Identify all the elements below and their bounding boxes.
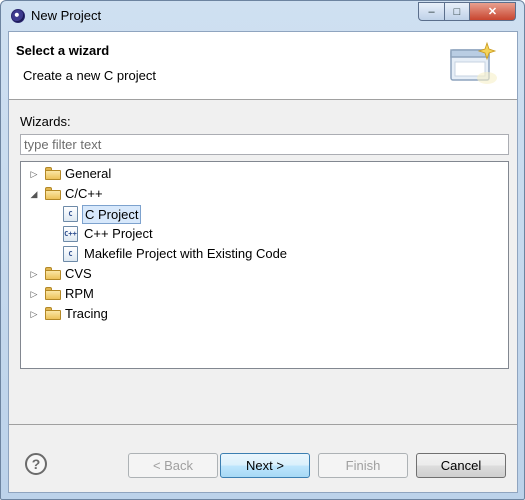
wizard-tree[interactable]: ▷ General ◢ C/C++ C C Project C++ C++ Pr… xyxy=(20,161,509,369)
tree-item-c-project[interactable]: C C Project xyxy=(63,204,263,224)
expand-arrow-icon[interactable]: ▷ xyxy=(29,269,39,279)
next-button[interactable]: Next > xyxy=(220,453,310,478)
tree-item-tracing[interactable]: ▷ Tracing xyxy=(29,304,229,324)
dialog-body: Select a wizard Create a new C project W… xyxy=(8,31,518,493)
header-description: Create a new C project xyxy=(23,68,156,83)
folder-open-icon xyxy=(45,187,61,200)
tree-item-cpp-project[interactable]: C++ C++ Project xyxy=(63,224,263,244)
tree-item-cvs[interactable]: ▷ CVS xyxy=(29,264,229,284)
close-icon: ✕ xyxy=(487,6,498,18)
tree-item-label: CVS xyxy=(65,266,92,281)
folder-icon xyxy=(45,267,61,280)
tree-item-label: RPM xyxy=(65,286,94,301)
title-bar[interactable]: New Project ‒ □ ✕ xyxy=(1,1,524,31)
folder-icon xyxy=(45,307,61,320)
collapse-arrow-icon[interactable]: ◢ xyxy=(29,189,39,199)
tree-item-rpm[interactable]: ▷ RPM xyxy=(29,284,229,304)
tree-item-label: C++ Project xyxy=(84,226,153,241)
expand-arrow-icon[interactable]: ▷ xyxy=(29,169,39,179)
finish-button[interactable]: Finish xyxy=(318,453,408,478)
c-project-icon: C xyxy=(63,206,78,222)
minimize-icon: ‒ xyxy=(428,5,435,18)
wizard-banner-icon xyxy=(450,41,497,84)
tree-item-general[interactable]: ▷ General xyxy=(29,164,229,184)
close-button[interactable]: ✕ xyxy=(469,2,516,21)
window-title: New Project xyxy=(31,8,102,23)
tree-item-c-cpp[interactable]: ◢ C/C++ xyxy=(29,184,229,204)
folder-icon xyxy=(45,167,61,180)
filter-input[interactable] xyxy=(20,134,509,155)
tree-item-label: C Project xyxy=(82,205,142,224)
footer-separator xyxy=(9,424,517,425)
wizards-label: Wizards: xyxy=(20,114,71,129)
expand-arrow-icon[interactable]: ▷ xyxy=(29,309,39,319)
tree-item-label: Makefile Project with Existing Code xyxy=(84,246,288,261)
header-title: Select a wizard xyxy=(16,43,110,58)
tree-item-makefile-project[interactable]: C Makefile Project with Existing Code xyxy=(63,244,383,264)
wizard-header: Select a wizard Create a new C project xyxy=(9,32,517,100)
tree-item-label: General xyxy=(65,166,112,181)
cancel-button[interactable]: Cancel xyxy=(416,453,506,478)
maximize-icon: □ xyxy=(453,5,461,18)
help-icon: ? xyxy=(31,456,41,472)
expand-arrow-icon[interactable]: ▷ xyxy=(29,289,39,299)
tree-item-label: C/C++ xyxy=(65,186,103,201)
back-button[interactable]: < Back xyxy=(128,453,218,478)
cpp-project-icon: C++ xyxy=(63,226,78,242)
maximize-button[interactable]: □ xyxy=(444,2,470,21)
tree-item-label: Tracing xyxy=(65,306,108,321)
makefile-project-icon: C xyxy=(63,246,78,262)
folder-icon xyxy=(45,287,61,300)
minimize-button[interactable]: ‒ xyxy=(418,2,445,21)
eclipse-icon xyxy=(11,9,25,23)
help-button[interactable]: ? xyxy=(25,453,47,475)
new-project-window: New Project ‒ □ ✕ Select a wizard Create… xyxy=(0,0,525,500)
